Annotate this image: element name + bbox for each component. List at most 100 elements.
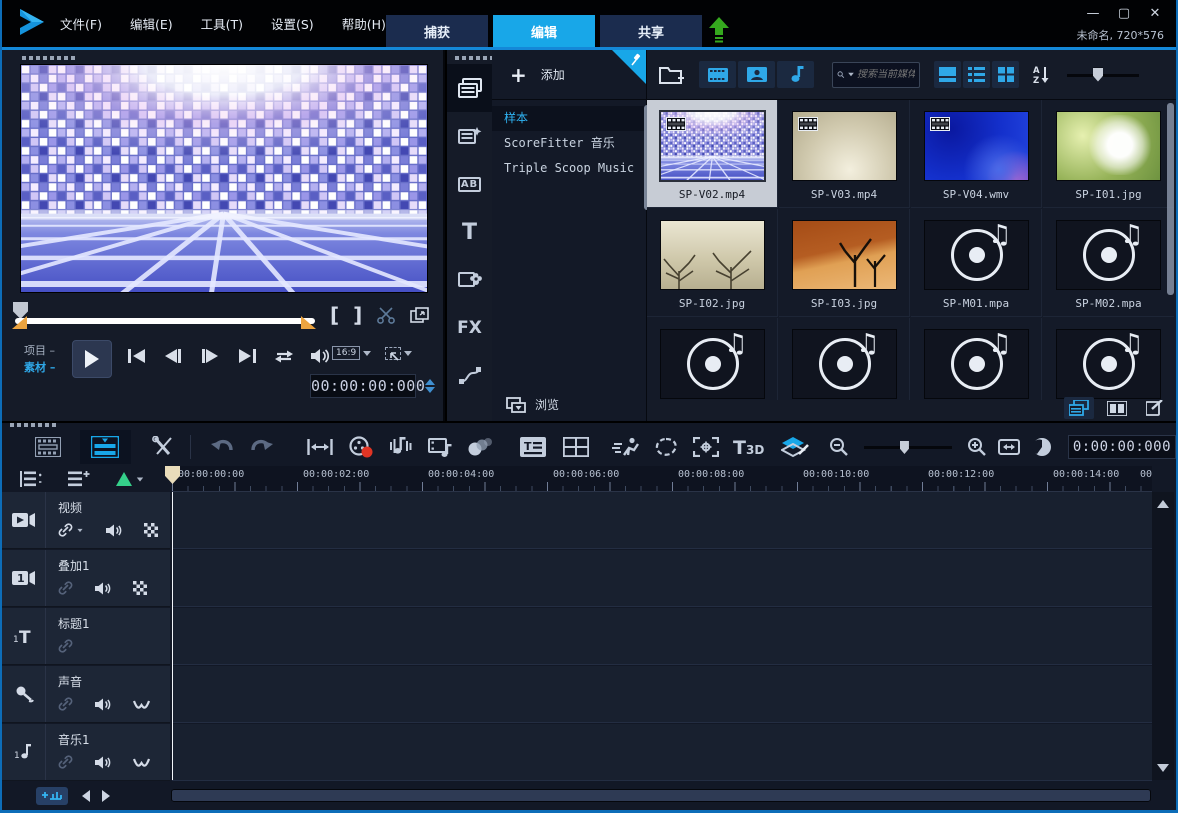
volume-envelope-toggle[interactable]: [133, 699, 150, 709]
add-folder-plus-icon[interactable]: +: [510, 63, 527, 87]
add-track-button[interactable]: [68, 470, 90, 488]
zoom-out-button[interactable]: [824, 432, 854, 462]
enlarge-select-caret-icon[interactable]: [404, 350, 413, 356]
view-large-thumb-button[interactable]: [934, 61, 961, 88]
overlay-track-header[interactable]: 1 叠加1: [2, 550, 170, 607]
title-track-lane[interactable]: [172, 608, 1152, 665]
media-item[interactable]: ♫: [911, 318, 1042, 400]
fit-project-button[interactable]: [298, 432, 340, 462]
close-button[interactable]: ✕: [1148, 6, 1162, 21]
category-scorefitter[interactable]: ScoreFitter 音乐: [492, 131, 646, 156]
volume-envelope-toggle[interactable]: [133, 757, 150, 767]
go-start-button[interactable]: [124, 344, 148, 368]
link-toggle[interactable]: [58, 755, 73, 769]
track-mute-toggle[interactable]: [95, 582, 111, 595]
search-box[interactable]: [832, 61, 920, 88]
ripple-edit-button[interactable]: [116, 472, 144, 486]
scrub-bar[interactable]: [15, 318, 315, 324]
track-mute-toggle[interactable]: [106, 524, 122, 537]
tab-capture[interactable]: 捕获: [386, 15, 488, 47]
mark-out-button[interactable]: ]: [353, 305, 362, 325]
split-screen-template-button[interactable]: [555, 432, 597, 462]
split-clip-button[interactable]: [376, 306, 396, 324]
rail-instant-project-button[interactable]: [447, 112, 492, 160]
scroll-right-button[interactable]: [102, 790, 110, 802]
media-item[interactable]: SP-I02.jpg: [647, 209, 778, 317]
repeat-button[interactable]: [272, 344, 296, 368]
panel-grip[interactable]: [10, 423, 56, 427]
link-toggle[interactable]: [58, 639, 73, 653]
sound-mixer-button[interactable]: [381, 432, 420, 462]
overlay-track-lane[interactable]: [172, 550, 1152, 607]
add-label[interactable]: 添加: [541, 66, 565, 83]
browse-button[interactable]: 浏览: [492, 396, 646, 413]
media-item[interactable]: ♫ SP-M02.mpa: [1043, 209, 1174, 317]
next-frame-button[interactable]: [198, 344, 222, 368]
link-toggle[interactable]: [58, 523, 84, 537]
enlarge-preview-button[interactable]: [410, 306, 430, 324]
scroll-up-icon[interactable]: [1157, 500, 1169, 508]
minimize-button[interactable]: —: [1086, 6, 1100, 21]
enlarge-select-icon[interactable]: [385, 346, 402, 361]
motion-blur-circles-button[interactable]: [461, 432, 500, 462]
media-item[interactable]: ♫ SP-M01.mpa: [911, 209, 1042, 317]
filter-videos-button[interactable]: [699, 61, 736, 88]
track-manager-button[interactable]: [18, 470, 42, 488]
timeline-horizontal-scrollbar[interactable]: [171, 789, 1151, 802]
fit-timeline-window-button[interactable]: [992, 432, 1026, 462]
filter-photos-button[interactable]: [738, 61, 775, 88]
mask-creator-button[interactable]: [646, 432, 685, 462]
clip-mode-toggle[interactable]: 素材 –: [24, 359, 55, 376]
auto-music-button[interactable]: [420, 432, 461, 462]
system-volume-button[interactable]: [309, 344, 333, 368]
timeline-ruler[interactable]: 00:00:00:00 00:00:02:00 00:00:04:00 00:0…: [172, 466, 1152, 492]
library-view-button[interactable]: [1064, 397, 1094, 419]
scrollbar-thumb[interactable]: [171, 789, 1151, 802]
scrub-position-marker[interactable]: [13, 302, 28, 319]
edit-media-button[interactable]: [1140, 397, 1170, 419]
scroll-down-icon[interactable]: [1157, 764, 1169, 772]
view-list-button[interactable]: [963, 61, 990, 88]
category-samples[interactable]: 样本: [492, 106, 646, 131]
add-folder-button[interactable]: [659, 64, 685, 86]
video-track-lane[interactable]: [172, 492, 1152, 549]
slider-thumb[interactable]: [1093, 67, 1103, 82]
pin-panel-button[interactable]: [612, 50, 646, 84]
media-item[interactable]: SP-I01.jpg: [1043, 100, 1174, 208]
media-item[interactable]: SP-V04.wmv: [911, 100, 1042, 208]
media-item[interactable]: SP-I03.jpg: [779, 209, 910, 317]
menu-edit[interactable]: 编辑(E): [130, 14, 173, 33]
track-motion-button[interactable]: [685, 432, 727, 462]
filter-audio-button[interactable]: [777, 61, 814, 88]
preview-timecode[interactable]: 00:00:00:000: [310, 374, 436, 398]
zoom-in-button[interactable]: [962, 432, 992, 462]
timeline-view-button[interactable]: [79, 430, 131, 464]
aspect-ratio-select[interactable]: 16:9: [332, 346, 361, 360]
redo-button[interactable]: [242, 432, 283, 462]
aspect-ratio-caret-icon[interactable]: [363, 350, 372, 356]
media-item[interactable]: ♫: [1043, 318, 1174, 400]
track-transparency-toggle[interactable]: [133, 581, 147, 595]
play-button[interactable]: [72, 340, 112, 378]
slider-thumb[interactable]: [899, 441, 909, 454]
voice-track-header[interactable]: 声音: [2, 666, 170, 723]
record-capture-button[interactable]: [341, 432, 382, 462]
voice-track-lane[interactable]: [172, 666, 1152, 723]
title-track-header[interactable]: 1 T 标题1: [2, 608, 170, 665]
subtitle-editor-button[interactable]: T: [512, 432, 554, 462]
tab-share[interactable]: 共享: [600, 15, 702, 47]
track-mute-toggle[interactable]: [95, 698, 111, 711]
timeline-timecode[interactable]: 0:00:00:000: [1067, 435, 1176, 459]
music-track-lane[interactable]: [172, 724, 1152, 781]
music-track-header[interactable]: 1 音乐1: [2, 724, 170, 781]
sort-button[interactable]: A Z: [1033, 65, 1051, 84]
two-pane-view-button[interactable]: [1102, 397, 1132, 419]
speed-remap-button[interactable]: [606, 432, 647, 462]
mark-in-button[interactable]: [: [330, 305, 339, 325]
rail-motion-path-button[interactable]: [447, 352, 492, 400]
timeline-vertical-scrollbar[interactable]: [1152, 492, 1174, 780]
rail-title-button[interactable]: T: [447, 208, 492, 256]
rail-graphics-button[interactable]: [447, 256, 492, 304]
storyboard-view-button[interactable]: [29, 432, 68, 462]
category-triple-scoop[interactable]: Triple Scoop Music: [492, 156, 646, 181]
